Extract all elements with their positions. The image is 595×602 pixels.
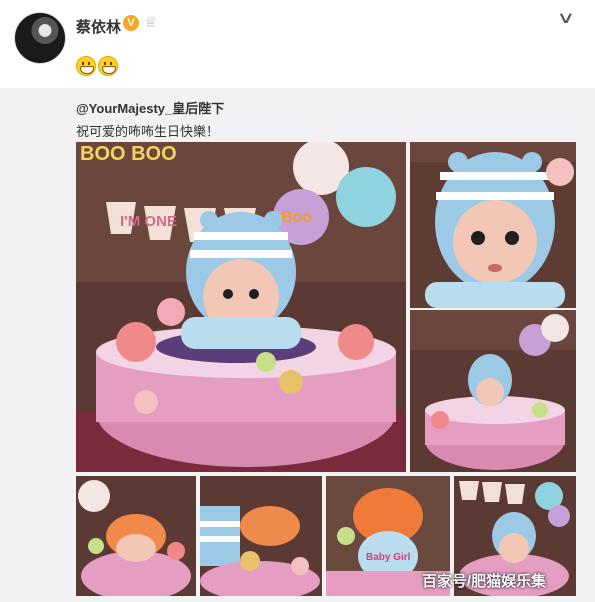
balloon-boo: Boo	[281, 209, 312, 226]
grin-emoji-icon	[98, 56, 118, 76]
avatar[interactable]	[14, 12, 66, 64]
photo-main[interactable]: BOO BOO I'M ONE Boo	[76, 142, 406, 472]
boo-marquee: BOO BOO	[80, 143, 177, 165]
repost-text: 祝可爱的咘咘生日快樂！	[76, 124, 220, 139]
photo-right-top[interactable]	[410, 142, 576, 308]
post-emojis	[76, 56, 118, 76]
baby-girl-shirt: Baby Girl	[366, 552, 411, 563]
photo-bottom-1[interactable]	[76, 476, 196, 596]
repost-card: @YourMajesty_皇后陛下 祝可爱的咘咘生日快樂！ BOO BOO I'…	[0, 88, 595, 602]
repost-author[interactable]: @YourMajesty_皇后陛下	[76, 98, 224, 117]
photo-bottom-2[interactable]	[200, 476, 322, 596]
username[interactable]: 蔡依林	[76, 16, 121, 37]
post-header: 蔡依林 V ♕ ∨	[0, 0, 595, 88]
im-one-banner: I'M ONE	[120, 213, 177, 230]
crown-icon: ♕	[144, 14, 158, 31]
watermark: 百家号/肥猫娱乐集	[422, 573, 547, 590]
grin-emoji-icon	[76, 56, 96, 76]
chevron-down-icon[interactable]: ∨	[556, 8, 575, 28]
photo-right-middle[interactable]	[410, 310, 576, 472]
verified-icon: V	[123, 15, 139, 31]
